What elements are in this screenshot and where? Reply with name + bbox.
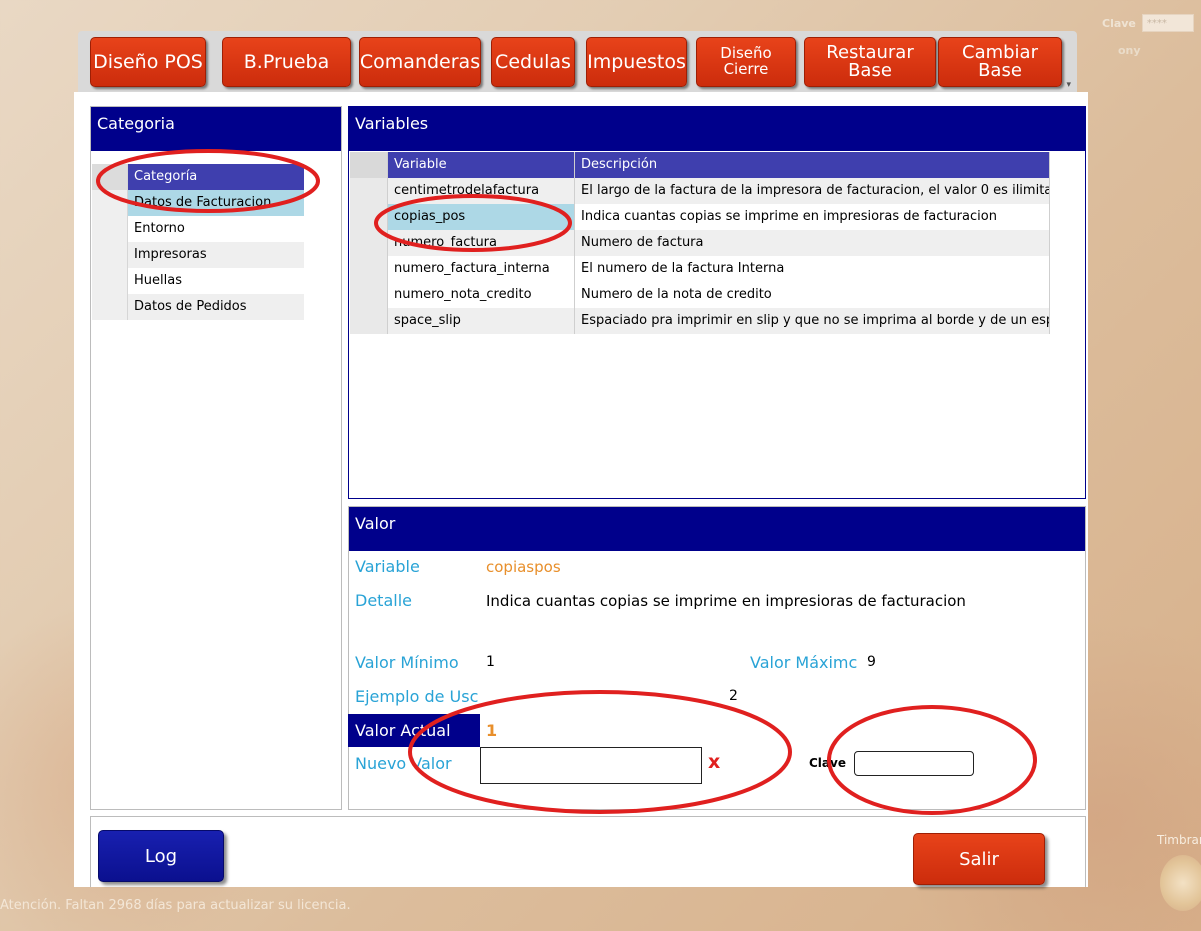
annotation-ellipse (374, 194, 572, 252)
stamp-icon[interactable] (1160, 855, 1201, 911)
license-status-text: Atención. Faltan 2968 días para actualiz… (0, 898, 351, 913)
annotation-ellipse (96, 149, 320, 213)
annotation-ellipse (408, 690, 792, 814)
annotation-ellipse (827, 705, 1037, 815)
annotation-marks (96, 149, 1037, 815)
timbrar-label[interactable]: Timbrar (1157, 833, 1201, 847)
